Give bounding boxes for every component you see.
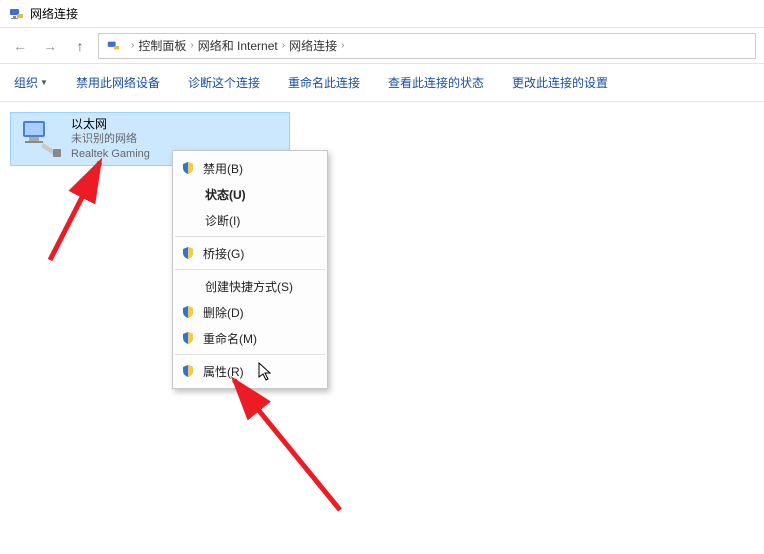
shield-icon (181, 331, 195, 345)
menu-disable[interactable]: 禁用(B) (173, 155, 327, 181)
menu-bridge[interactable]: 桥接(G) (173, 240, 327, 266)
chevron-right-icon: › (282, 40, 285, 51)
menu-separator (175, 236, 325, 237)
window-title: 网络连接 (30, 5, 78, 22)
ethernet-adapter-icon (19, 119, 63, 159)
menu-label: 创建快捷方式(S) (205, 278, 293, 295)
adapter-name: 以太网 (71, 116, 150, 132)
up-button[interactable]: ↑ (68, 34, 92, 58)
menu-label: 诊断(I) (205, 212, 240, 229)
forward-button[interactable]: → (38, 34, 62, 58)
rename-button[interactable]: 重命名此连接 (288, 74, 360, 91)
disable-device-button[interactable]: 禁用此网络设备 (76, 74, 160, 91)
adapter-status: 未识别的网络 (71, 132, 150, 147)
toolbar-label: 查看此连接的状态 (388, 74, 484, 91)
breadcrumb-item[interactable]: 控制面板 (138, 37, 186, 54)
breadcrumb[interactable]: › 控制面板 › 网络和 Internet › 网络连接 › (98, 33, 756, 59)
chevron-right-icon: › (190, 40, 193, 51)
organize-button[interactable]: 组织 ▼ (14, 74, 48, 91)
diagnose-button[interactable]: 诊断这个连接 (188, 74, 260, 91)
chevron-right-icon: › (341, 40, 344, 51)
adapter-device: Realtek Gaming (71, 147, 150, 162)
menu-rename[interactable]: 重命名(M) (173, 325, 327, 351)
toolbar-label: 更改此连接的设置 (512, 74, 608, 91)
menu-create-shortcut[interactable]: 创建快捷方式(S) (173, 273, 327, 299)
menu-label: 状态(U) (205, 186, 246, 203)
content-area: 以太网 未识别的网络 Realtek Gaming (0, 102, 764, 176)
toolbar-label: 诊断这个连接 (188, 74, 260, 91)
adapter-info: 以太网 未识别的网络 Realtek Gaming (71, 116, 150, 162)
menu-separator (175, 354, 325, 355)
toolbar-label: 禁用此网络设备 (76, 74, 160, 91)
menu-properties[interactable]: 属性(R) (173, 358, 327, 384)
chevron-down-icon: ▼ (40, 78, 48, 87)
menu-label: 属性(R) (203, 363, 244, 380)
menu-label: 删除(D) (203, 304, 244, 321)
chevron-right-icon: › (131, 40, 134, 51)
menu-delete[interactable]: 删除(D) (173, 299, 327, 325)
network-folder-icon (105, 38, 121, 54)
breadcrumb-item[interactable]: 网络和 Internet (198, 37, 278, 54)
menu-diagnose[interactable]: 诊断(I) (173, 207, 327, 233)
menu-label: 重命名(M) (203, 330, 257, 347)
shield-icon (181, 246, 195, 260)
shield-icon (181, 305, 195, 319)
view-status-button[interactable]: 查看此连接的状态 (388, 74, 484, 91)
network-connections-icon (8, 6, 24, 22)
annotation-arrow (220, 370, 360, 520)
shield-icon (181, 364, 195, 378)
context-menu: 禁用(B) 状态(U) 诊断(I) 桥接(G) 创建快捷方式(S) 删除(D) … (172, 150, 328, 389)
change-settings-button[interactable]: 更改此连接的设置 (512, 74, 608, 91)
menu-separator (175, 269, 325, 270)
toolbar: 组织 ▼ 禁用此网络设备 诊断这个连接 重命名此连接 查看此连接的状态 更改此连… (0, 64, 764, 102)
shield-icon (181, 161, 195, 175)
back-button[interactable]: ← (8, 34, 32, 58)
toolbar-label: 组织 (14, 74, 38, 91)
toolbar-label: 重命名此连接 (288, 74, 360, 91)
navigation-bar: ← → ↑ › 控制面板 › 网络和 Internet › 网络连接 › (0, 28, 764, 64)
menu-status[interactable]: 状态(U) (173, 181, 327, 207)
menu-label: 禁用(B) (203, 160, 243, 177)
menu-label: 桥接(G) (203, 245, 244, 262)
breadcrumb-item[interactable]: 网络连接 (289, 37, 337, 54)
title-bar: 网络连接 (0, 0, 764, 28)
